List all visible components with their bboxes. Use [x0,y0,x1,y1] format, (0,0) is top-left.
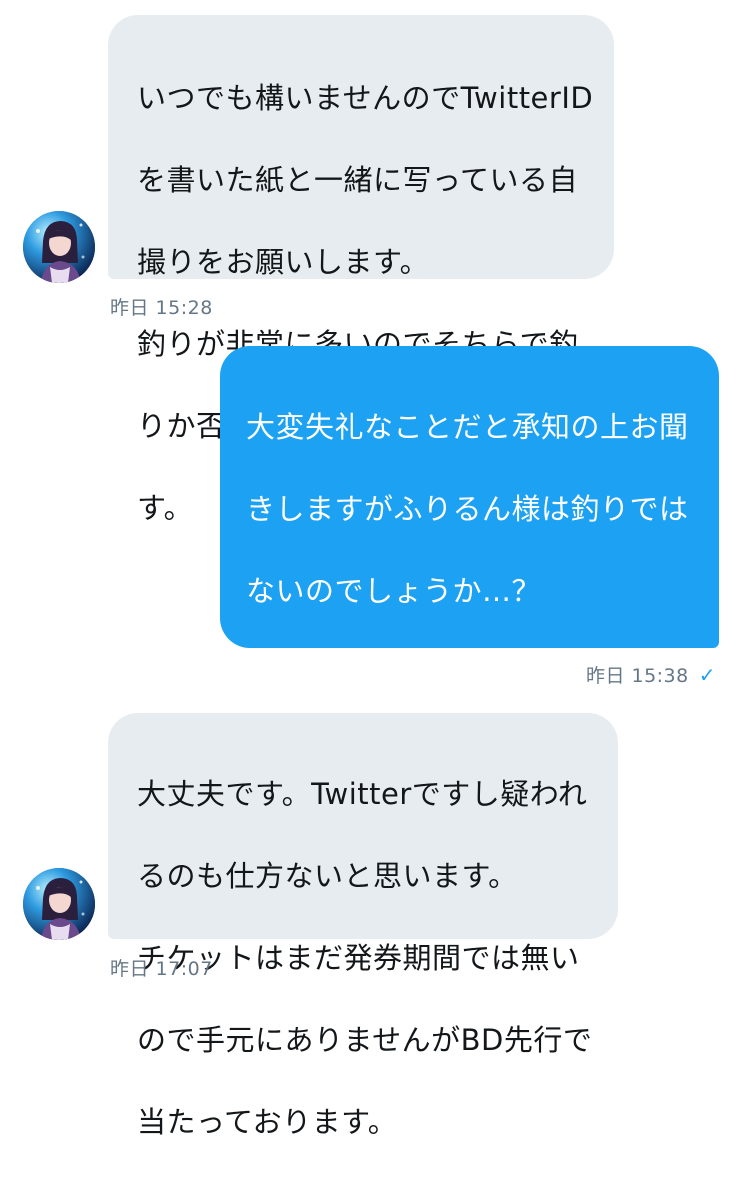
message-timestamp: 昨日 15:38 ✓ [586,661,716,688]
avatar-illustration [23,868,95,940]
message-bubble-received: 大丈夫です。Twitterですし疑われ るのも仕方ないと思います。 チケットはま… [108,713,618,1139]
timestamp-text: 昨日 17:07 [110,958,213,980]
message-text-line: 撮りをお願いします。 [137,245,430,279]
message-text-line: 大変失礼なことだと承知の上お聞 [246,410,689,444]
message-timestamp: 昨日 17:07 [110,954,213,981]
sender-avatar[interactable] [23,211,95,283]
message-text-line: を書いた紙と一緒に写っている自 [137,163,579,197]
message-text-line: ので手元にありませんがBD先行で [137,1023,593,1057]
check-icon: ✓ [698,663,716,687]
message-bubble-received: いつでも構いませんのでTwitterID を書いた紙と一緒に写っている自 撮りを… [108,15,614,525]
avatar-illustration [23,211,95,283]
message-text-line: きしますがふりるん様は釣りでは [246,492,689,526]
message-text-line: ないのでしょうか…？ [246,574,542,608]
message-text-line: いつでも構いませんのでTwitterID [137,81,594,115]
timestamp-text: 昨日 15:38 [585,665,689,687]
message-bubble-sent: 大変失礼なことだと承知の上お聞 きしますがふりるん様は釣りでは ないのでしょうか… [220,346,719,936]
message-timestamp: 昨日 15:28 [110,293,213,320]
message-text-line: 大丈夫です。Twitterですし疑われ [137,777,588,811]
sender-avatar[interactable] [23,868,95,940]
timestamp-text: 昨日 15:28 [110,297,213,319]
message-text-line: るのも仕方ないと思います。 [137,859,518,893]
message-text-line: 当たっております。 [137,1105,398,1139]
